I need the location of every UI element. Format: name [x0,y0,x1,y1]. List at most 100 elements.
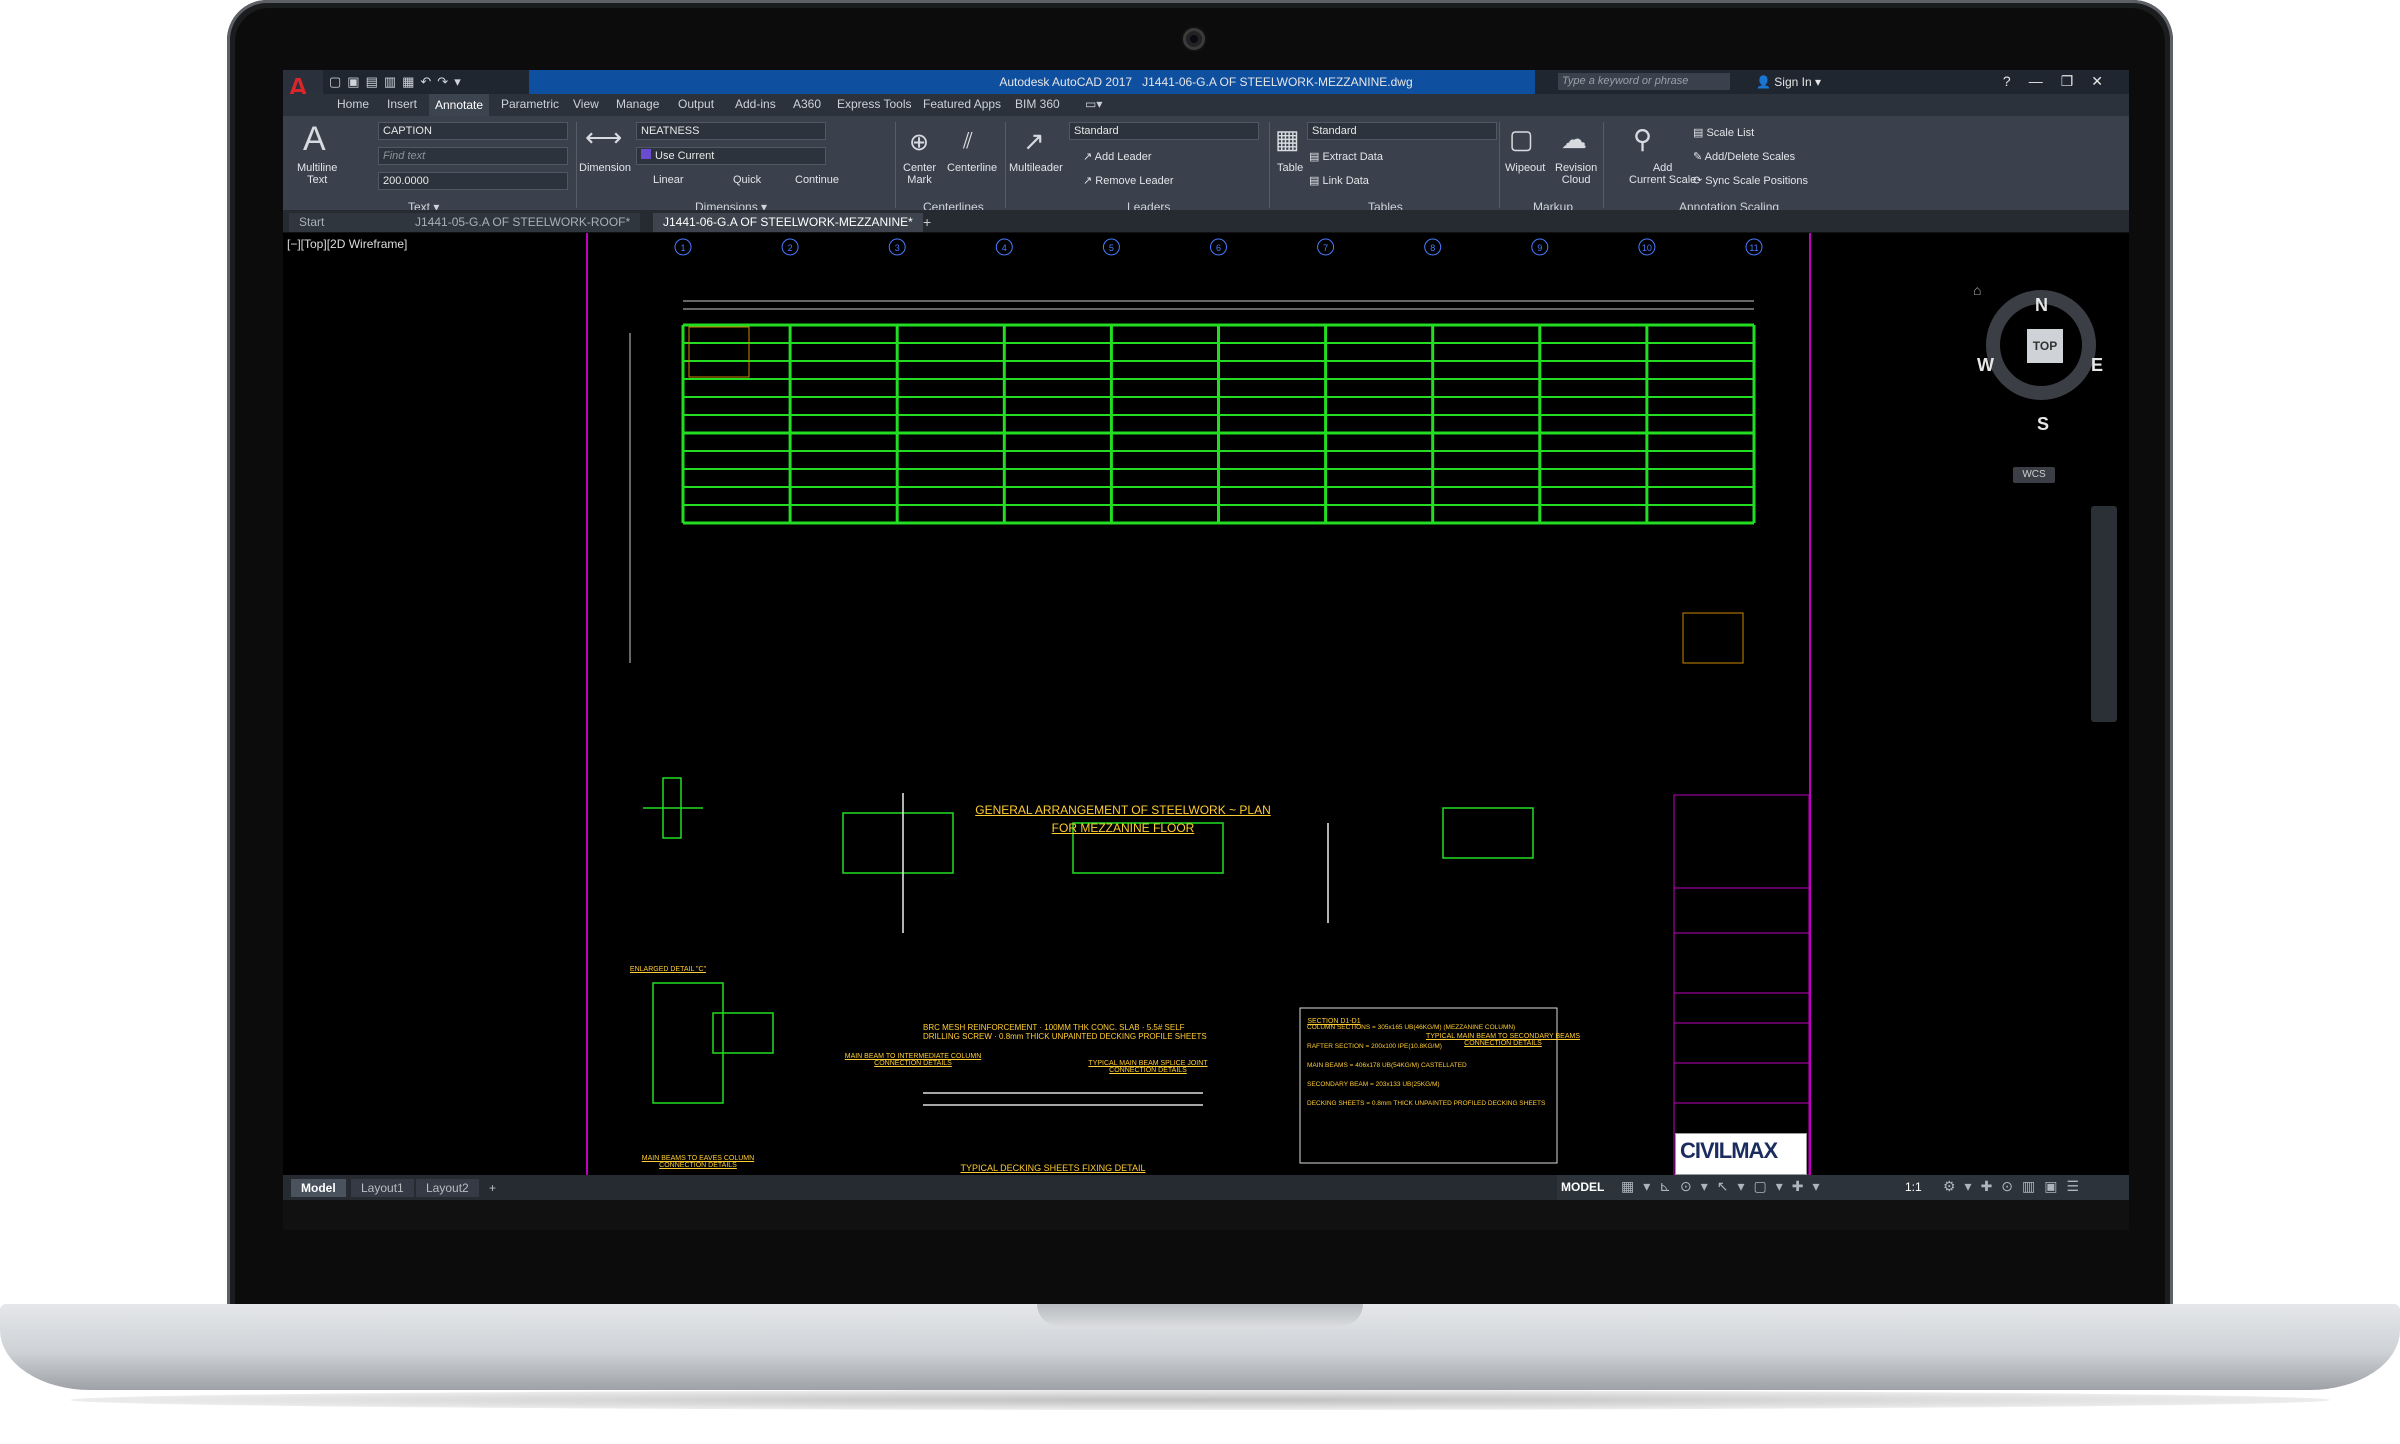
status-bar-toggles[interactable]: ▦▾⊾⊙▾↖▾▢▾✚▾ [1621,1178,1829,1195]
tab-add-ins[interactable]: Add-ins [735,97,776,111]
doc-tab-roof[interactable]: J1441-05-G.A OF STEELWORK-ROOF* [405,213,641,232]
multiline-text-button[interactable]: Multiline Text [297,162,337,186]
add-current-scale-button[interactable]: Add Current Scale [1629,162,1696,186]
decking-note: 0.8mm THICK UNPAINTED DECKING PROFILE SH… [999,1032,1207,1041]
add-leader-button[interactable]: ↗ Add Leader [1083,150,1152,163]
viewcube-top-face[interactable]: TOP [2027,329,2063,363]
add-current-scale-icon[interactable]: ⚲ [1633,124,1652,155]
tab-home[interactable]: Home [337,97,369,111]
section-sizes-text: COLUMN SECTIONS = 305x165 UB(46KG/M) (ME… [1307,1018,1553,1113]
find-text-input[interactable]: Find text [378,147,568,165]
text-height-select[interactable]: 200.0000 [378,172,568,190]
search-input[interactable]: Type a keyword or phrase [1558,73,1730,90]
table-button[interactable]: Table [1277,162,1303,174]
linear-button[interactable]: Linear [653,174,684,186]
add-layout-button[interactable]: + [479,1179,506,1197]
compass-west[interactable]: W [1977,355,1994,376]
beam-grid [681,323,1756,525]
table-style-select[interactable]: Standard [1307,122,1497,140]
annotation-scale[interactable]: 1:1 [1905,1180,1922,1194]
extract-data-button[interactable]: ▤ Extract Data [1309,150,1383,163]
dimension-button[interactable]: Dimension [579,162,631,174]
section-size-row: RAFTER SECTION = 200x100 IPE(10.8KG/M) [1307,1043,1442,1050]
grid-bubble-label: 7 [1323,243,1328,253]
add-delete-scales-button[interactable]: ✎ Add/Delete Scales [1693,150,1795,163]
dim-layer-select[interactable]: Use Current [636,147,826,165]
wcs-menu[interactable]: WCS [2013,467,2055,483]
tab-a360[interactable]: A360 [793,97,821,111]
decking-notes: BRC MESH REINFORCEMENT · 100MM THK CONC.… [923,1023,1207,1041]
quick-dimension-button[interactable]: Quick [733,174,761,186]
revision-cloud-button[interactable]: Revision Cloud [1555,162,1597,186]
table-icon[interactable]: ▦ [1275,124,1300,155]
stair-left [688,326,750,378]
section-size-row: DECKING SHEETS = 0.8mm THICK UNPAINTED P… [1307,1100,1546,1107]
sign-in-button[interactable]: 👤 Sign In ▾ [1756,75,1821,89]
remove-leader-button[interactable]: ↗ Remove Leader [1083,174,1174,187]
sign-in-label: Sign In [1774,75,1812,89]
tab-view[interactable]: View [573,97,599,111]
ribbon-tab-bar [283,94,2129,116]
sync-scale-positions-label: Sync Scale Positions [1705,175,1808,187]
doc-tab-start[interactable]: Start [289,213,409,232]
multiline-text-icon[interactable]: A [303,120,326,159]
tab-output[interactable]: Output [678,97,714,111]
dimension-icon[interactable]: ⟷ [585,122,622,153]
tab-express-tools[interactable]: Express Tools [837,97,911,111]
grid-bubble-label: 10 [1642,243,1652,253]
tab-annotate[interactable]: Annotate [429,94,490,116]
multileader-style-select[interactable]: Standard [1069,122,1259,140]
detail-title-splice: TYPICAL MAIN BEAM SPLICE JOINT CONNECTIO… [1088,1060,1208,1074]
file-title: J1441-06-G.A OF STEELWORK-MEZZANINE.dwg [1142,75,1413,89]
centerline-button[interactable]: Centerline [947,162,997,174]
window-controls[interactable]: ?—❐✕ [2003,73,2121,90]
ribbon-options-icon[interactable]: ▭▾ [1085,97,1102,111]
tab-model[interactable]: Model [291,1179,346,1197]
detail-title-c: ENLARGED DETAIL "C" [629,966,707,973]
grid-bubble-label: 8 [1430,243,1435,253]
grid-bubble-label: 3 [895,243,900,253]
home-icon[interactable]: ⌂ [1973,282,1981,298]
decking-note: 100MM THK CONC. SLAB [1044,1023,1140,1032]
center-mark-icon[interactable]: ⊕ [909,128,929,157]
centerline-icon[interactable]: ⫽ [963,128,973,154]
grid-bubbles: 1 2 3 4 5 6 7 8 9 10 11 [674,238,1763,256]
dim-style-select[interactable]: NEATNESS [636,122,826,140]
ribbon-separator [576,122,577,208]
status-bar-right-toggles[interactable]: ⚙▾✚⊙▥▣☰ [1943,1178,2088,1195]
compass-south[interactable]: S [2037,414,2049,435]
center-mark-button[interactable]: Center Mark [903,162,936,186]
tab-parametric[interactable]: Parametric [501,97,559,111]
drawing-canvas[interactable]: [−][Top][2D Wireframe] 1 2 3 4 5 6 7 8 9 10 11 [283,233,2129,1175]
grid-bubble-label: 2 [788,243,793,253]
continue-dimension-button[interactable]: Continue [795,174,839,186]
doc-tab-mezzanine[interactable]: J1441-06-G.A OF STEELWORK-MEZZANINE* [653,213,923,232]
tab-layout1[interactable]: Layout1 [351,1179,414,1197]
revision-cloud-icon[interactable]: ☁ [1561,124,1587,155]
compass-east[interactable]: E [2091,355,2103,376]
model-space-toggle[interactable]: MODEL [1561,1180,1604,1194]
ribbon-separator [1269,122,1270,208]
compass-north[interactable]: N [2035,295,2048,316]
sync-scale-positions-button[interactable]: ⟳ Sync Scale Positions [1693,174,1808,187]
new-tab-button[interactable]: + [913,213,941,232]
wipeout-icon[interactable]: ▢ [1509,124,1534,155]
wipeout-button[interactable]: Wipeout [1505,162,1545,174]
navigation-bar[interactable] [2091,506,2117,722]
use-current-label: Use Current [655,150,715,162]
grid-bubble-label: 11 [1749,243,1758,253]
scale-list-button[interactable]: ▤ Scale List [1693,126,1754,139]
text-style-select[interactable]: CAPTION [378,122,568,140]
tab-manage[interactable]: Manage [616,97,659,111]
tab-bim-360[interactable]: BIM 360 [1015,97,1060,111]
tab-featured-apps[interactable]: Featured Apps [923,97,1001,111]
add-delete-scales-label: Add/Delete Scales [1704,151,1796,163]
multileader-button[interactable]: Multileader [1009,162,1063,174]
user-icon: 👤 [1756,75,1771,89]
tab-insert[interactable]: Insert [387,97,417,111]
quick-access-toolbar[interactable]: ▢▣▤▥▦↶↷▾ [329,74,467,90]
multileader-icon[interactable]: ↗ [1023,126,1045,157]
detail-title-intermediate: MAIN BEAM TO INTERMEDIATE COLUMN CONNECT… [844,1053,982,1067]
tab-layout2[interactable]: Layout2 [416,1179,479,1197]
link-data-button[interactable]: ▤ Link Data [1309,174,1369,187]
